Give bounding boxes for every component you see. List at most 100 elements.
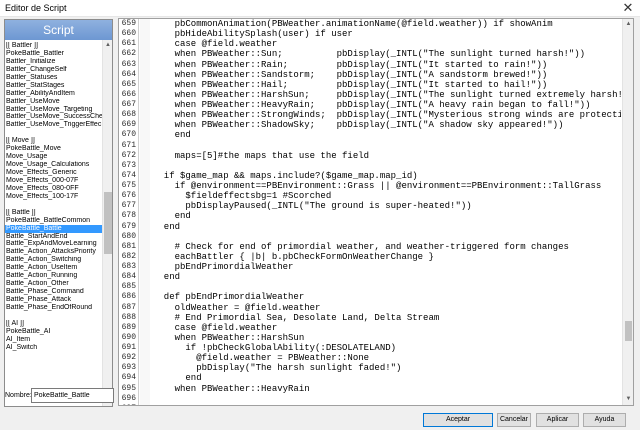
script-list-item[interactable]: Move_Usage [5, 153, 103, 161]
line-number: 666 [121, 89, 136, 99]
script-list-item[interactable]: Battler_UseMove [5, 98, 103, 106]
nombre-label: Nombre: [5, 392, 32, 399]
script-list-item[interactable]: Move_Effects_080-0FF [5, 185, 103, 193]
script-list-item[interactable]: Battle_Action_UseItem [5, 264, 103, 272]
code-line[interactable]: when PBWeather::Rain; pbDisplay(_INTL("I… [153, 60, 621, 70]
script-list-item[interactable]: Battler_ChangeSelf [5, 66, 103, 74]
script-list[interactable]: [[ Battler ]] PokeBattle_Battler Battler_I… [5, 42, 103, 406]
script-list-item[interactable]: Battle_Phase_Attack [5, 296, 103, 304]
code-line[interactable]: @field.weather = PBWeather::None [153, 353, 621, 363]
code-line[interactable]: when PBWeather::HeavyRain [153, 384, 621, 394]
script-list-item[interactable] [5, 201, 103, 209]
line-number: 692 [121, 353, 136, 363]
code-line[interactable]: case @field.weather [153, 39, 621, 49]
script-list-item[interactable]: Move_Effects_Generic [5, 169, 103, 177]
code-line[interactable]: when PBWeather::Sandstorm; pbDisplay(_IN… [153, 70, 621, 80]
code-line[interactable]: case @field.weather [153, 323, 621, 333]
script-list-item[interactable]: PokeBattle_Battler [5, 50, 103, 58]
script-list-item[interactable] [5, 312, 103, 320]
code-line[interactable]: if @environment==PBEnvironment::Grass ||… [153, 181, 621, 191]
close-icon[interactable]: ✕ [620, 0, 636, 16]
editor-scrollbar[interactable]: ▲ ▼ [622, 19, 633, 405]
code-line[interactable]: oldWeather = @field.weather [153, 303, 621, 313]
script-list-item[interactable]: Battle_Phase_EndOfRound [5, 304, 103, 312]
script-list-item[interactable]: Battle_Action_Other [5, 280, 103, 288]
apply-button[interactable]: Aplicar [536, 413, 579, 427]
code-line[interactable]: def pbEndPrimordialWeather [153, 292, 621, 302]
script-list-item[interactable]: Battle_Action_Running [5, 272, 103, 280]
line-number: 694 [121, 373, 136, 383]
code-line[interactable]: pbDisplayPaused(_INTL("The ground is sup… [153, 201, 621, 211]
code-line[interactable]: end [153, 130, 621, 140]
fold-margin [140, 19, 150, 405]
script-list-item[interactable]: Battle_Action_Switching [5, 256, 103, 264]
script-list-item[interactable]: PokeBattle_BattleCommon [5, 217, 103, 225]
script-list-item[interactable]: [[ Move ]] [5, 137, 103, 145]
code-line[interactable]: when PBWeather::HeavyRain; pbDisplay(_IN… [153, 100, 621, 110]
code-area[interactable]: pbCommonAnimation(PBWeather.animationNam… [153, 19, 621, 405]
script-list-item[interactable]: AI_Item [5, 336, 103, 344]
script-list-item[interactable] [5, 129, 103, 137]
code-line[interactable]: when PBWeather::ShadowSky; pbDisplay(_IN… [153, 120, 621, 130]
line-number: 693 [121, 363, 136, 373]
code-line[interactable]: pbHideAbilitySplash(user) if user [153, 29, 621, 39]
script-list-item[interactable]: Battle_Action_AttacksPriority [5, 248, 103, 256]
code-line[interactable]: pbDisplay("The harsh sunlight faded!") [153, 363, 621, 373]
script-list-item[interactable]: Battle_Phase_Command [5, 288, 103, 296]
help-button[interactable]: Ayuda [583, 413, 626, 427]
code-line[interactable] [153, 161, 621, 171]
code-line[interactable]: when PBWeather::StrongWinds; pbDisplay(_… [153, 110, 621, 120]
script-list-item[interactable]: Battler_Initialize [5, 58, 103, 66]
code-line[interactable]: if !pbCheckGlobalAbility(:DESOLATELAND) [153, 343, 621, 353]
code-line[interactable]: when PBWeather::HarshSun; pbDisplay(_INT… [153, 90, 621, 100]
code-line[interactable]: pbCommonAnimation(PBWeather.animationNam… [153, 19, 621, 29]
code-line[interactable]: end [153, 211, 621, 221]
script-list-item[interactable]: [[ Battler ]] [5, 42, 103, 50]
script-list-scrollbar[interactable]: ▲ ▼ [102, 40, 112, 406]
script-list-item[interactable]: [[ AI ]] [5, 320, 103, 328]
cancel-button[interactable]: Cancelar [497, 413, 531, 427]
nombre-input[interactable] [31, 388, 114, 403]
code-line[interactable]: eachBattler { |b| b.pbCheckFormOnWeather… [153, 252, 621, 262]
scroll-up-icon[interactable]: ▲ [103, 40, 112, 50]
code-line[interactable]: if $game_map && maps.include?($game_map.… [153, 171, 621, 181]
script-list-item[interactable]: Battle_StartAndEnd [5, 233, 103, 241]
script-list-item[interactable]: PokeBattle_Battle [5, 224, 103, 233]
script-list-item[interactable]: [[ Battle ]] [5, 209, 103, 217]
script-list-item[interactable]: Move_Usage_Calculations [5, 161, 103, 169]
code-line[interactable] [153, 141, 621, 151]
script-list-item[interactable]: Battle_ExpAndMoveLearning [5, 240, 103, 248]
code-line[interactable]: maps=[5]#the maps that use the field [153, 151, 621, 161]
code-editor[interactable]: 659 660 661 662 663 664 665 666 667 668 669 670 671 6… [118, 18, 634, 406]
code-line[interactable]: when PBWeather::HarshSun [153, 333, 621, 343]
script-list-item[interactable]: Battler_Statuses [5, 74, 103, 82]
code-line[interactable]: end [153, 272, 621, 282]
script-list-item[interactable]: Move_Effects_100-17F [5, 193, 103, 201]
script-list-item[interactable]: Battler_UseMove_SuccessChe [5, 113, 103, 121]
script-list-item[interactable]: PokeBattle_Move [5, 145, 103, 153]
code-line[interactable]: pbEndPrimordialWeather [153, 262, 621, 272]
code-line[interactable]: $fieldeffectsbg=1 #Scorched [153, 191, 621, 201]
script-list-item[interactable]: Battler_UseMove_TriggerEffec [5, 121, 103, 129]
scroll-thumb[interactable] [104, 192, 112, 254]
scroll-down-icon[interactable]: ▼ [623, 394, 633, 405]
script-list-item[interactable]: AI_Switch [5, 344, 103, 352]
code-line[interactable]: when PBWeather::Hail; pbDisplay(_INTL("I… [153, 80, 621, 90]
line-number: 683 [121, 262, 136, 271]
code-line[interactable]: # Check for end of primordial weather, a… [153, 242, 621, 252]
script-list-item[interactable]: Battler_UseMove_Targeting [5, 106, 103, 114]
scroll-thumb[interactable] [625, 321, 632, 341]
line-number: 679 [121, 221, 136, 231]
code-line[interactable]: end [153, 222, 621, 232]
scroll-up-icon[interactable]: ▲ [623, 19, 633, 30]
accept-button[interactable]: Aceptar [423, 413, 493, 427]
code-line[interactable]: end [153, 373, 621, 383]
code-line[interactable]: # End Primordial Sea, Desolate Land, Del… [153, 313, 621, 323]
code-line[interactable] [153, 282, 621, 292]
script-list-item[interactable]: PokeBattle_AI [5, 328, 103, 336]
script-list-item[interactable]: Battler_StatStages [5, 82, 103, 90]
code-line[interactable]: when PBWeather::Sun; pbDisplay(_INTL("Th… [153, 49, 621, 59]
script-list-item[interactable]: Move_Effects_000-07F [5, 177, 103, 185]
code-line[interactable] [153, 232, 621, 242]
script-list-item[interactable]: Battler_AbilityAndItem [5, 90, 103, 98]
